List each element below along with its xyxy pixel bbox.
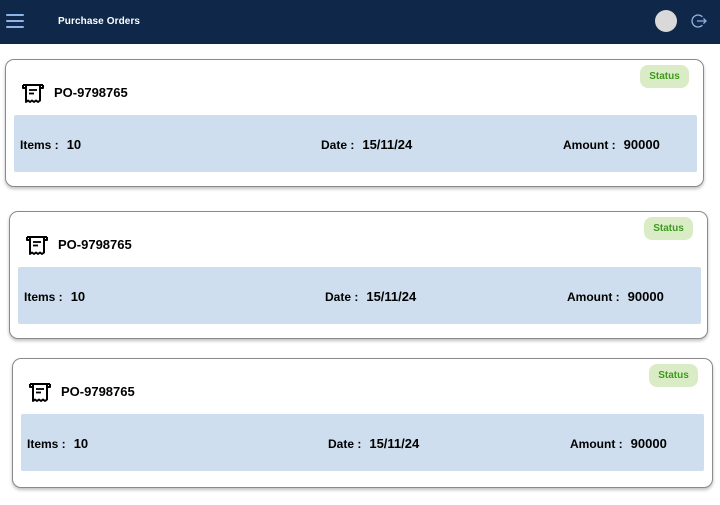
amount-label: Amount :	[570, 437, 623, 451]
order-details-panel: Items : 10 Date : 15/11/24 Amount : 90000	[18, 267, 701, 324]
app-header: Purchase Orders	[0, 0, 720, 44]
date-detail: Date : 15/11/24	[325, 289, 416, 304]
status-badge[interactable]: Status	[649, 364, 698, 387]
logout-icon[interactable]	[690, 12, 708, 30]
amount-value: 90000	[623, 137, 660, 152]
status-badge[interactable]: Status	[644, 217, 693, 240]
items-label: Items :	[20, 138, 59, 152]
amount-value: 90000	[627, 289, 664, 304]
amount-label: Amount :	[563, 138, 616, 152]
items-value: 10	[66, 137, 82, 152]
page-title: Purchase Orders	[58, 16, 141, 27]
date-value: 15/11/24	[369, 436, 420, 451]
amount-detail: Amount : 90000	[567, 289, 664, 304]
po-number: PO-9798765	[58, 237, 132, 252]
items-value: 10	[70, 289, 86, 304]
purchase-order-card[interactable]: Status PO-9798765 Items : 10 Date : 15/11/…	[5, 59, 704, 187]
date-value: 15/11/24	[366, 289, 417, 304]
amount-detail: Amount : 90000	[563, 137, 660, 152]
purchase-order-card[interactable]: Status PO-9798765 Items : 10 Date : 15/11/…	[9, 211, 708, 339]
items-detail: Items : 10	[27, 436, 88, 451]
date-detail: Date : 15/11/24	[321, 137, 412, 152]
receipt-icon	[28, 381, 52, 403]
date-value: 15/11/24	[362, 137, 413, 152]
date-label: Date :	[325, 290, 359, 304]
date-label: Date :	[328, 437, 362, 451]
po-number: PO-9798765	[61, 384, 135, 399]
receipt-icon	[21, 82, 45, 104]
amount-label: Amount :	[567, 290, 620, 304]
hamburger-menu-icon[interactable]	[6, 13, 24, 29]
status-badge[interactable]: Status	[640, 65, 689, 88]
order-details-panel: Items : 10 Date : 15/11/24 Amount : 90000	[21, 414, 704, 471]
amount-detail: Amount : 90000	[570, 436, 667, 451]
items-value: 10	[73, 436, 89, 451]
date-label: Date :	[321, 138, 355, 152]
items-detail: Items : 10	[20, 137, 81, 152]
receipt-icon	[25, 234, 49, 256]
avatar[interactable]	[655, 10, 677, 32]
items-detail: Items : 10	[24, 289, 85, 304]
order-details-panel: Items : 10 Date : 15/11/24 Amount : 90000	[14, 115, 697, 172]
purchase-order-card[interactable]: Status PO-9798765 Items : 10 Date : 15/11/…	[12, 358, 713, 488]
items-label: Items :	[27, 437, 66, 451]
items-label: Items :	[24, 290, 63, 304]
date-detail: Date : 15/11/24	[328, 436, 419, 451]
amount-value: 90000	[630, 436, 667, 451]
po-number: PO-9798765	[54, 85, 128, 100]
